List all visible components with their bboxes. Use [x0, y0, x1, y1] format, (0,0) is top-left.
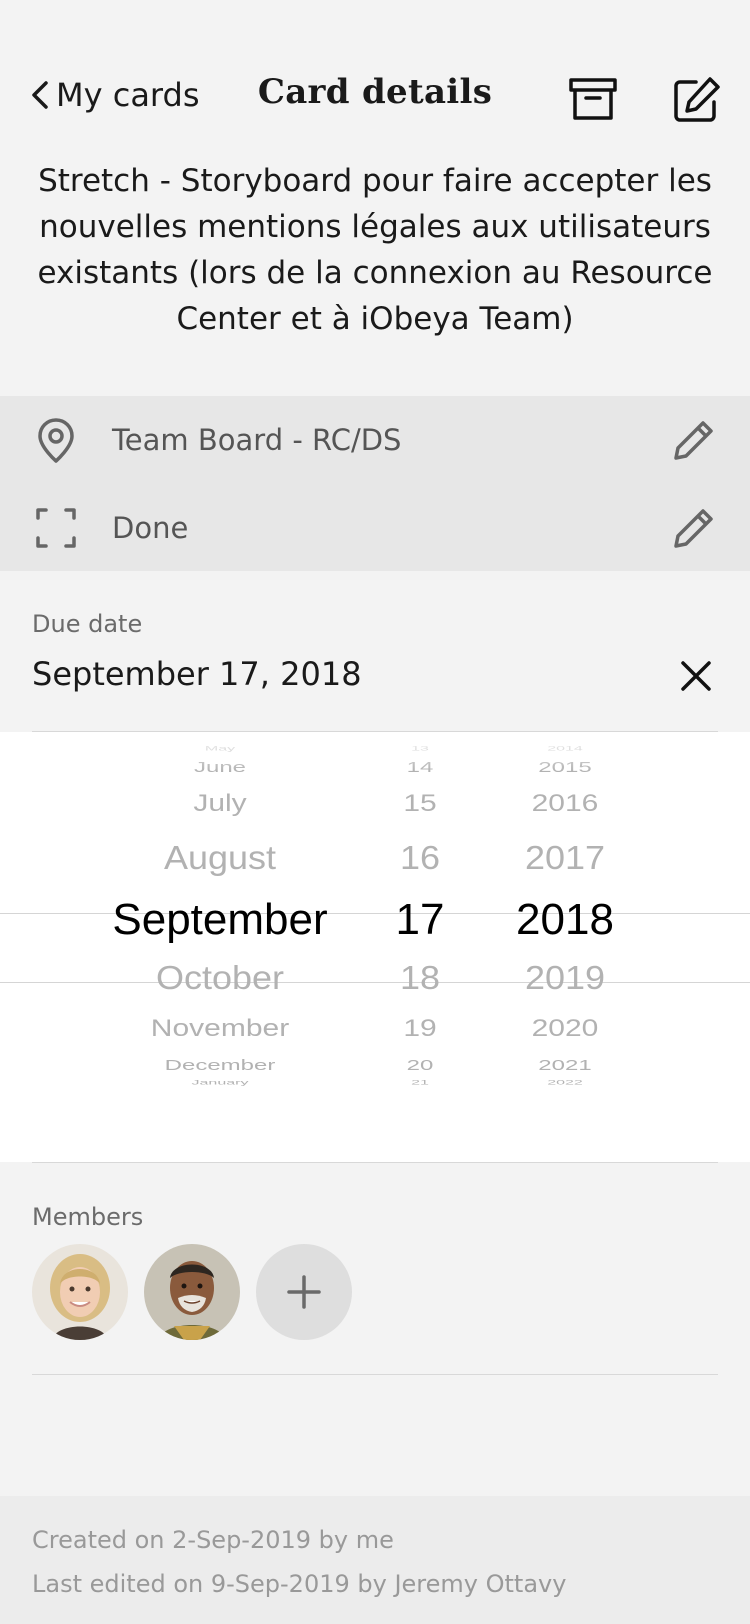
add-member-button[interactable] — [256, 1244, 352, 1340]
divider — [32, 1374, 718, 1375]
picker-year-option[interactable]: 2016 — [490, 790, 640, 817]
picker-year-option[interactable]: 2020 — [490, 1015, 640, 1042]
location-pin-icon — [38, 418, 74, 463]
card-title: Stretch - Storyboard pour faire accepter… — [37, 163, 713, 337]
picker-year-option[interactable]: 2021 — [490, 1058, 640, 1075]
picker-day-option[interactable]: 21 — [370, 1079, 470, 1086]
status-value: Done — [112, 511, 189, 545]
picker-day-option[interactable]: 18 — [370, 959, 470, 998]
plus-icon — [287, 1275, 321, 1309]
picker-month-option[interactable]: May — [60, 745, 380, 752]
due-date-label: Due date — [32, 610, 143, 638]
picker-month-option[interactable]: June — [60, 760, 380, 777]
archive-box-icon — [569, 78, 617, 120]
avatar[interactable] — [144, 1244, 240, 1340]
picker-day-option[interactable]: 14 — [370, 760, 470, 777]
divider — [32, 1162, 718, 1163]
footer: Created on 2-Sep-2019 by me Last edited … — [0, 1496, 750, 1624]
pencil-icon[interactable] — [672, 506, 716, 550]
pencil-icon[interactable] — [672, 418, 716, 462]
picker-year-option[interactable]: 2019 — [490, 959, 640, 998]
picker-day-selected[interactable]: 17 — [370, 895, 470, 945]
avatar-image — [32, 1244, 128, 1340]
date-picker[interactable]: May June July August September October Novembe… — [0, 732, 750, 1162]
edit-square-icon — [674, 77, 720, 122]
picker-day-option[interactable]: 13 — [370, 745, 470, 752]
picker-day-option[interactable]: 20 — [370, 1058, 470, 1075]
edit-button[interactable] — [672, 76, 722, 124]
picker-month-column[interactable]: May June July August September October Novembe… — [60, 732, 380, 1162]
navigation-bar: My cards Card details — [0, 0, 750, 150]
picker-year-column[interactable]: 2014 2015 2016 2017 2018 2019 2020 2021 2022 — [490, 732, 640, 1162]
edited-info: Last edited on 9-Sep-2019 by Jeremy Otta… — [32, 1570, 567, 1598]
picker-year-selected[interactable]: 2018 — [490, 895, 640, 945]
frame-icon — [36, 508, 76, 548]
avatar[interactable] — [32, 1244, 128, 1340]
board-row[interactable]: Team Board - RC/DS — [0, 396, 750, 484]
picker-month-option[interactable]: July — [60, 790, 380, 817]
picker-month-selected[interactable]: September — [60, 895, 380, 945]
picker-month-option[interactable]: August — [60, 839, 380, 878]
created-info: Created on 2-Sep-2019 by me — [32, 1526, 394, 1554]
picker-year-option[interactable]: 2015 — [490, 760, 640, 777]
page-title: Card details — [257, 72, 493, 112]
picker-month-option[interactable]: December — [60, 1058, 380, 1075]
picker-year-option[interactable]: 2017 — [490, 839, 640, 878]
picker-day-option[interactable]: 16 — [370, 839, 470, 878]
card-info-section: Team Board - RC/DS Done — [0, 396, 750, 571]
picker-year-option[interactable]: 2022 — [490, 1079, 640, 1086]
picker-year-option[interactable]: 2014 — [490, 745, 640, 752]
picker-month-option[interactable]: November — [60, 1015, 380, 1042]
picker-month-option[interactable]: October — [60, 959, 380, 998]
picker-day-option[interactable]: 15 — [370, 790, 470, 817]
members-label: Members — [32, 1203, 144, 1231]
picker-day-column[interactable]: 13 14 15 16 17 18 19 20 21 — [370, 732, 470, 1162]
status-row[interactable]: Done — [0, 484, 750, 572]
picker-month-option[interactable]: January — [60, 1079, 380, 1086]
archive-button[interactable] — [568, 76, 618, 124]
close-icon[interactable] — [678, 658, 714, 694]
picker-day-option[interactable]: 19 — [370, 1015, 470, 1042]
board-value: Team Board - RC/DS — [112, 423, 402, 457]
avatar-image — [144, 1244, 240, 1340]
due-date-value[interactable]: September 17, 2018 — [32, 655, 362, 693]
